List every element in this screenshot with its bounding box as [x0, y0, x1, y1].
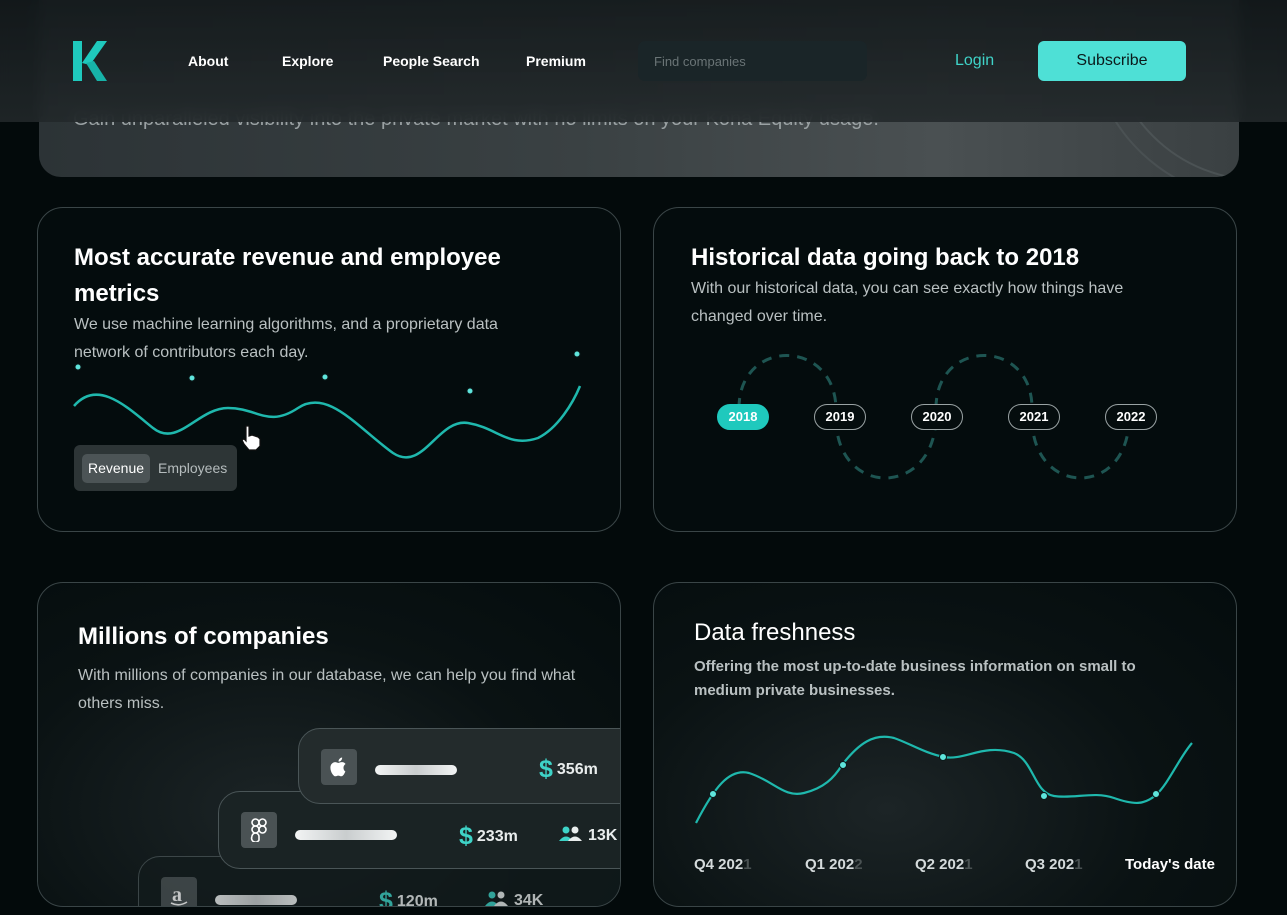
search-input[interactable] — [638, 41, 867, 81]
company-name-placeholder — [295, 830, 397, 840]
today-label: Today's date — [1125, 856, 1215, 873]
company-row[interactable]: $356m — [298, 728, 620, 804]
pointer-cursor-icon — [241, 425, 261, 451]
nav-explore[interactable]: Explore — [282, 53, 333, 69]
nav-premium[interactable]: Premium — [526, 53, 586, 69]
nav-about[interactable]: About — [188, 53, 228, 69]
company-name-placeholder — [215, 895, 297, 905]
people-icon — [559, 826, 582, 841]
svg-text:a: a — [172, 884, 182, 906]
apple-icon — [321, 749, 357, 785]
login-link[interactable]: Login — [955, 52, 994, 70]
quarter-label: Q3 2021 — [1025, 856, 1083, 873]
year-2020[interactable]: 2020 — [911, 404, 963, 430]
quarter-label: Q1 2022 — [805, 856, 863, 873]
companies-title: Millions of companies — [78, 623, 329, 650]
metrics-card: Most accurate revenue and employee metri… — [37, 207, 621, 532]
amazon-icon: a — [161, 877, 197, 906]
quarter-label: Q2 2021 — [915, 856, 973, 873]
quarter-label: Q4 2021 — [694, 856, 752, 873]
employees-value: 34K — [484, 891, 543, 906]
dollar-icon: $ — [459, 822, 473, 850]
employees-value: 13K — [558, 826, 617, 845]
revenue-toggle-button[interactable]: Revenue — [82, 454, 150, 483]
employees-toggle-button[interactable]: Employees — [158, 454, 230, 483]
site-header: About Explore People Search Premium Logi… — [0, 0, 1287, 122]
nav-people-search[interactable]: People Search — [383, 53, 480, 69]
companies-card: Millions of companies With millions of c… — [37, 582, 621, 907]
revenue-value: $356m — [539, 755, 598, 783]
freshness-card: Data freshness Offering the most up-to-d… — [653, 582, 1237, 907]
metric-toggle: Revenue Employees — [74, 445, 237, 491]
company-name-placeholder — [375, 765, 457, 775]
revenue-value: $233m — [459, 822, 518, 850]
subscribe-button[interactable]: Subscribe — [1038, 41, 1186, 81]
year-2021[interactable]: 2021 — [1008, 404, 1060, 430]
year-2019[interactable]: 2019 — [814, 404, 866, 430]
kona-logo[interactable] — [73, 41, 107, 81]
year-2022[interactable]: 2022 — [1105, 404, 1157, 430]
timeline-loops — [737, 354, 1131, 480]
dollar-icon: $ — [379, 887, 393, 907]
figma-icon — [241, 812, 277, 848]
dollar-icon: $ — [539, 755, 553, 783]
year-2018[interactable]: 2018 — [717, 404, 769, 430]
history-card: Historical data going back to 2018 With … — [653, 207, 1237, 532]
revenue-value: $120m — [379, 887, 438, 907]
companies-description: With millions of companies in our databa… — [78, 667, 576, 712]
people-icon — [485, 891, 508, 906]
